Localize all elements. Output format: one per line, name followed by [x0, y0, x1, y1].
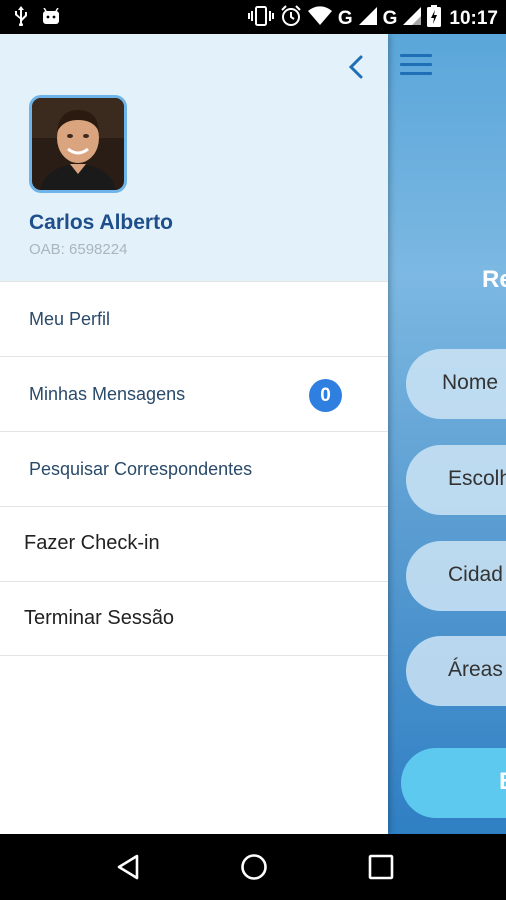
menu-item-my-messages[interactable]: Minhas Mensagens 0 [0, 356, 388, 431]
signal-g-label: G [337, 8, 353, 29]
menu-item-my-profile[interactable]: Meu Perfil [0, 281, 388, 356]
signal-g-label-2: G [382, 8, 398, 29]
system-navigation-bar [0, 834, 506, 900]
home-circle-icon [241, 854, 267, 880]
alarm-icon [280, 5, 302, 33]
menu-item-logout[interactable]: Terminar Sessão [0, 581, 388, 656]
menu-item-search-correspondents[interactable]: Pesquisar Correspondentes [0, 431, 388, 506]
drawer-header: Carlos Alberto OAB: 6598224 [0, 34, 388, 281]
name-field[interactable]: Nome [406, 349, 506, 419]
hamburger-menu-icon[interactable] [400, 54, 432, 78]
menu-item-label: Fazer Check-in [24, 532, 160, 554]
wifi-icon [307, 6, 332, 32]
menu-item-label: Pesquisar Correspondentes [29, 459, 253, 479]
menu-item-label: Minhas Mensagens [29, 384, 186, 404]
profile-photo [32, 98, 124, 190]
home-button[interactable] [239, 852, 269, 882]
messages-count-badge: 0 [309, 379, 342, 412]
back-button[interactable] [113, 852, 143, 882]
back-triangle-icon [117, 854, 139, 880]
choose-field[interactable]: Escolh [406, 445, 506, 515]
recent-apps-button[interactable] [366, 852, 396, 882]
city-field[interactable]: Cidad [406, 541, 506, 611]
close-drawer-button[interactable] [344, 52, 368, 82]
areas-field[interactable]: Áreas [406, 636, 506, 706]
usb-icon [14, 6, 28, 31]
battery-charging-icon [427, 5, 442, 33]
status-bar: G G 10:17 [0, 0, 506, 34]
recent-square-icon [368, 854, 394, 880]
avatar [29, 95, 127, 193]
signal-icon [403, 7, 422, 31]
menu-item-label: Terminar Sessão [24, 607, 175, 629]
menu-item-check-in[interactable]: Fazer Check-in [0, 506, 388, 581]
android-icon [42, 7, 60, 29]
navigation-drawer: Carlos Alberto OAB: 6598224 Meu Perfil M… [0, 34, 388, 834]
search-button[interactable]: B [401, 748, 506, 818]
chevron-left-icon [348, 55, 363, 79]
signal-icon [358, 7, 377, 31]
user-oab-number: OAB: 6598224 [29, 241, 128, 258]
background-title: Re [482, 266, 506, 293]
drawer-menu: Meu Perfil Minhas Mensagens 0 Pesquisar … [0, 281, 388, 656]
vibrate-icon [247, 6, 274, 32]
status-time: 10:17 [449, 8, 498, 29]
user-name: Carlos Alberto [29, 211, 173, 234]
menu-item-label: Meu Perfil [29, 309, 111, 329]
